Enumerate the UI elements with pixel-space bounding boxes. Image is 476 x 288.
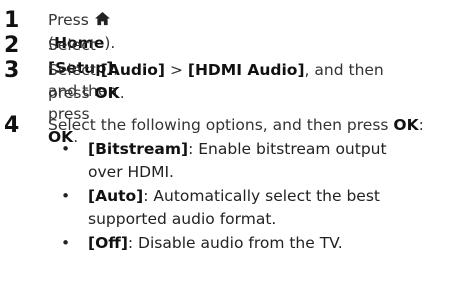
- instruction-page: 1 Press (Home). 2 Select [Setup], and th…: [0, 0, 476, 288]
- step-text: Select [Audio] > [HDMI Audio], and then …: [48, 61, 384, 102]
- home-icon: [94, 12, 110, 26]
- step-number: 1: [4, 8, 20, 33]
- step-number: 4: [4, 113, 20, 138]
- step-text: Select the following options, and then p…: [48, 116, 424, 134]
- bullet: •: [61, 234, 71, 252]
- bullet: •: [61, 140, 71, 158]
- step-number: 3: [4, 58, 20, 83]
- bullet: •: [61, 187, 71, 205]
- step-number: 2: [4, 33, 20, 58]
